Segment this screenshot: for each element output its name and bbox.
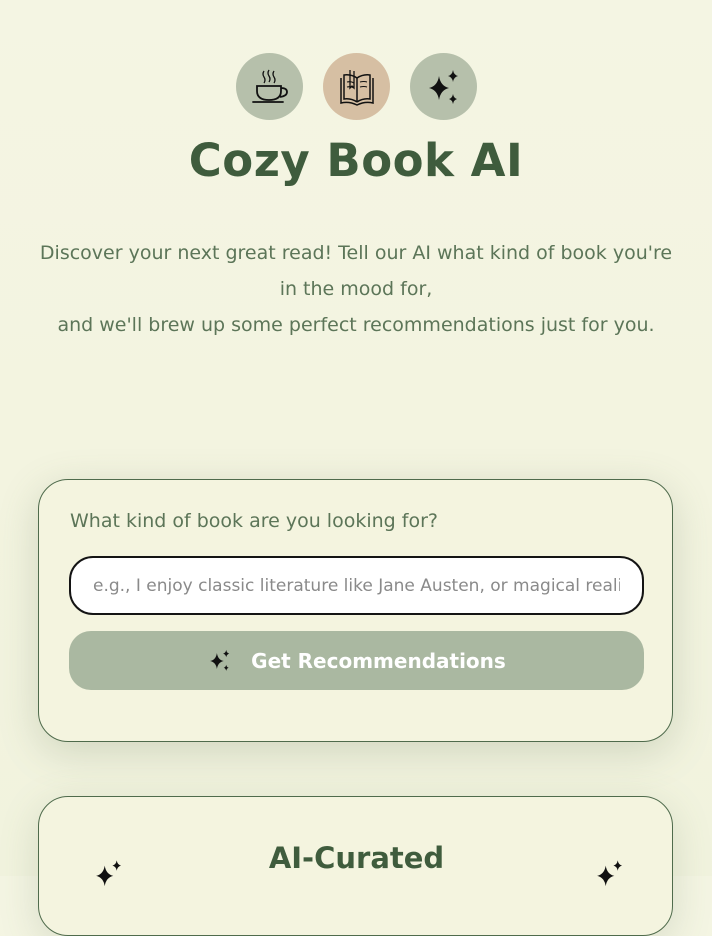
coffee-cup-badge [236, 53, 303, 120]
sparkles-icon [210, 649, 230, 671]
intro-line-1: Discover your next great read! Tell our … [39, 242, 673, 300]
open-book-badge [323, 53, 390, 120]
get-recommendations-button[interactable]: Get Recommendations [69, 631, 644, 690]
get-recommendations-label: Get Recommendations [251, 648, 506, 673]
sparkles-icon [428, 69, 458, 104]
curated-card: AI-Curated [38, 796, 673, 936]
intro-line-2: and we'll brew up some perfect recommend… [57, 314, 655, 336]
curated-title: AI-Curated [268, 841, 445, 875]
sparkles-icon [597, 860, 622, 887]
sparkles-badge [410, 53, 477, 120]
search-label: What kind of book are you looking for? [70, 510, 438, 532]
coffee-cup-icon [251, 69, 288, 103]
book-query-input[interactable] [69, 556, 644, 615]
app-title: Cozy Book AI [188, 134, 524, 187]
intro-text: Discover your next great read! Tell our … [30, 235, 682, 343]
open-book-icon [339, 69, 374, 106]
search-card: What kind of book are you looking for? G… [38, 479, 673, 742]
header-icon-row [236, 53, 477, 120]
